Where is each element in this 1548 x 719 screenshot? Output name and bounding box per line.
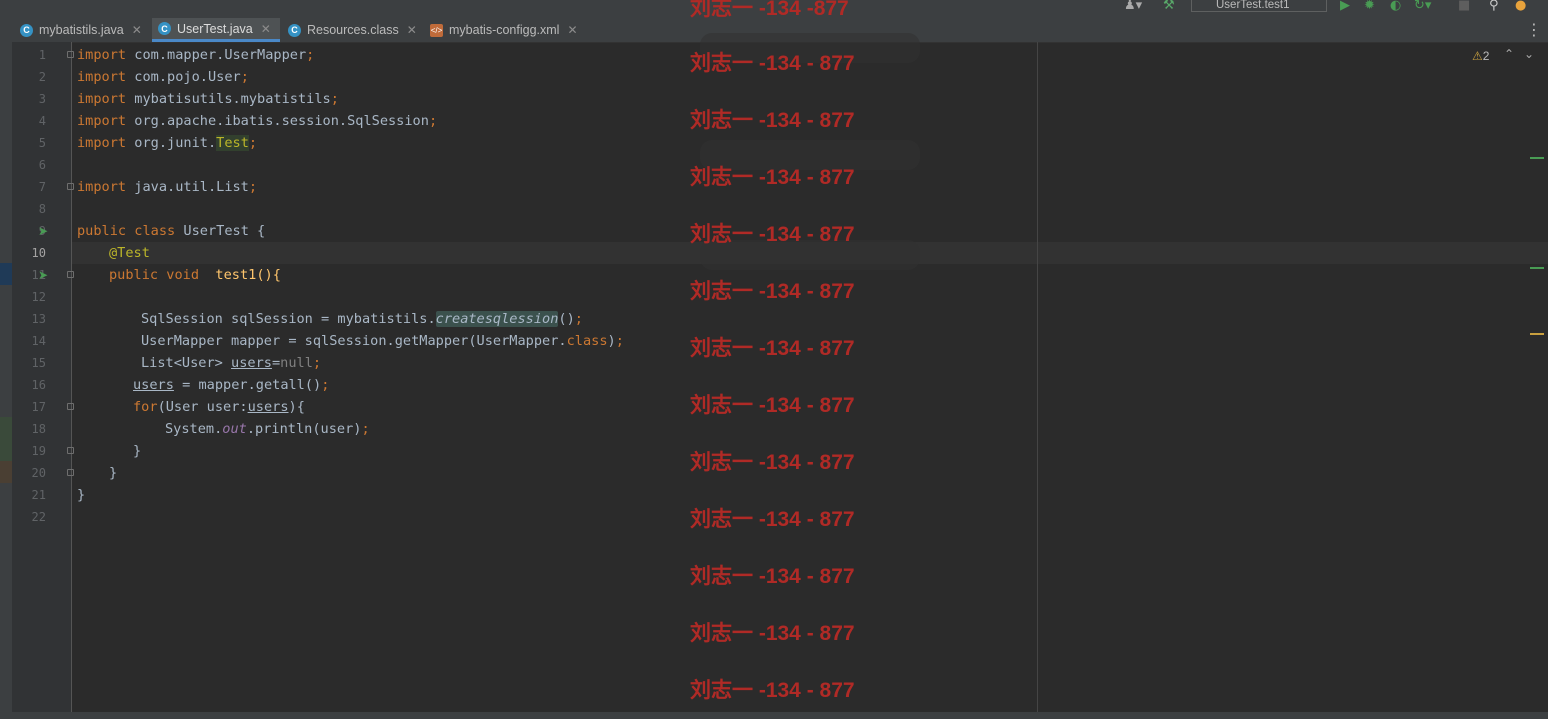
code-line: SqlSession sqlSession = mybatistils.crea… bbox=[141, 311, 583, 327]
java-class-icon: C bbox=[158, 22, 171, 35]
watermark-text: 刘志一 -134 - 877 bbox=[690, 679, 855, 702]
watermark-text: 刘志一 -134 - 877 bbox=[690, 52, 855, 75]
line-number: 3 bbox=[38, 92, 46, 106]
warning-count: 2 bbox=[1482, 49, 1490, 63]
run-test-class-icon[interactable]: ➤ bbox=[38, 225, 50, 237]
right-margin-guide bbox=[1037, 42, 1038, 712]
line-number: 16 bbox=[31, 378, 46, 392]
run-icon[interactable]: ▶ bbox=[1340, 0, 1350, 12]
watermark-text: 刘志一 -134 - 877 bbox=[690, 109, 855, 132]
close-icon[interactable]: ✕ bbox=[407, 23, 417, 37]
tab-mybatistils-java[interactable]: C mybatistils.java ✕ bbox=[14, 18, 150, 42]
debug-icon[interactable]: ✹ bbox=[1364, 0, 1375, 12]
close-icon[interactable]: ✕ bbox=[567, 23, 577, 37]
line-number: 22 bbox=[31, 510, 46, 524]
inspection-widget[interactable]: ⚠2 bbox=[1472, 49, 1489, 63]
tab-usertest-java[interactable]: C UserTest.java ✕ bbox=[152, 18, 280, 42]
line-number: 5 bbox=[38, 136, 46, 150]
java-class-icon: C bbox=[20, 23, 33, 37]
left-tool-strip bbox=[0, 42, 12, 719]
watermark-text: 刘志一 -134 -877 bbox=[690, 0, 849, 20]
change-marker bbox=[0, 417, 12, 461]
line-number: 12 bbox=[31, 290, 46, 304]
close-icon[interactable]: ✕ bbox=[132, 23, 142, 37]
line-number: 4 bbox=[38, 114, 46, 128]
line-number: 21 bbox=[31, 488, 46, 502]
tab-mybatis-config-xml[interactable]: </> mybatis-configg.xml ✕ bbox=[424, 18, 584, 42]
line-number: 8 bbox=[38, 202, 46, 216]
line-number: 18 bbox=[31, 422, 46, 436]
coverage-icon[interactable]: ◐ bbox=[1390, 0, 1401, 12]
line-number: 6 bbox=[38, 158, 46, 172]
xml-file-icon: </> bbox=[430, 23, 443, 37]
build-hammer-icon[interactable]: ⚒ bbox=[1163, 0, 1175, 12]
profile-icon[interactable]: ↻▾ bbox=[1414, 0, 1431, 12]
compiled-class-icon: C bbox=[288, 23, 301, 37]
user-icon[interactable]: ♟▾ bbox=[1124, 0, 1142, 12]
line-number: 17 bbox=[31, 400, 46, 414]
update-icon[interactable]: ● bbox=[1515, 0, 1526, 12]
code-line: System.out.println(user); bbox=[165, 421, 370, 437]
stop-icon[interactable]: ■ bbox=[1458, 0, 1470, 12]
change-marker bbox=[0, 461, 12, 483]
line-number: 14 bbox=[31, 334, 46, 348]
close-icon[interactable]: ✕ bbox=[261, 22, 271, 36]
watermark-text: 刘志一 -134 - 877 bbox=[690, 337, 855, 360]
line-number: 7 bbox=[38, 180, 46, 194]
watermark-text: 刘志一 -134 - 877 bbox=[690, 622, 855, 645]
tab-resources-class[interactable]: C Resources.class ✕ bbox=[282, 18, 422, 42]
warning-stripe-marker[interactable] bbox=[1530, 333, 1544, 335]
editor-gutter: 1 2 3 4 5 6 7 8 9 10 11 12 13 14 15 16 1… bbox=[12, 42, 74, 719]
line-number: 10 bbox=[31, 246, 46, 260]
change-stripe-marker[interactable] bbox=[1530, 267, 1544, 269]
line-number: 13 bbox=[31, 312, 46, 326]
line-number: 20 bbox=[31, 466, 46, 480]
line-number: 1 bbox=[38, 48, 46, 62]
search-icon[interactable]: ⚲ bbox=[1489, 0, 1499, 12]
previous-highlight-icon[interactable]: ⌃ bbox=[1504, 47, 1514, 61]
run-configuration-selector[interactable]: UserTest.test1 bbox=[1191, 0, 1327, 12]
status-bar bbox=[0, 712, 1548, 719]
line-number: 19 bbox=[31, 444, 46, 458]
bookmark-marker bbox=[0, 263, 12, 285]
change-stripe-marker[interactable] bbox=[1530, 157, 1544, 159]
watermark-text: 刘志一 -134 - 877 bbox=[690, 508, 855, 531]
watermark-text: 刘志一 -134 - 877 bbox=[690, 451, 855, 474]
watermark-text: 刘志一 -134 - 877 bbox=[690, 166, 855, 189]
warning-icon: ⚠ bbox=[1472, 49, 1483, 63]
line-number: 2 bbox=[38, 70, 46, 84]
watermark-text: 刘志一 -134 - 877 bbox=[690, 394, 855, 417]
next-highlight-icon[interactable]: ⌄ bbox=[1524, 47, 1534, 61]
watermark-text: 刘志一 -134 - 877 bbox=[690, 280, 855, 303]
watermark-text: 刘志一 -134 - 877 bbox=[690, 565, 855, 588]
tab-actions-menu-icon[interactable]: ⋮ bbox=[1526, 20, 1542, 40]
line-number: 15 bbox=[31, 356, 46, 370]
watermark-text: 刘志一 -134 - 877 bbox=[690, 223, 855, 246]
run-test-method-icon[interactable]: ➤ bbox=[38, 269, 50, 281]
